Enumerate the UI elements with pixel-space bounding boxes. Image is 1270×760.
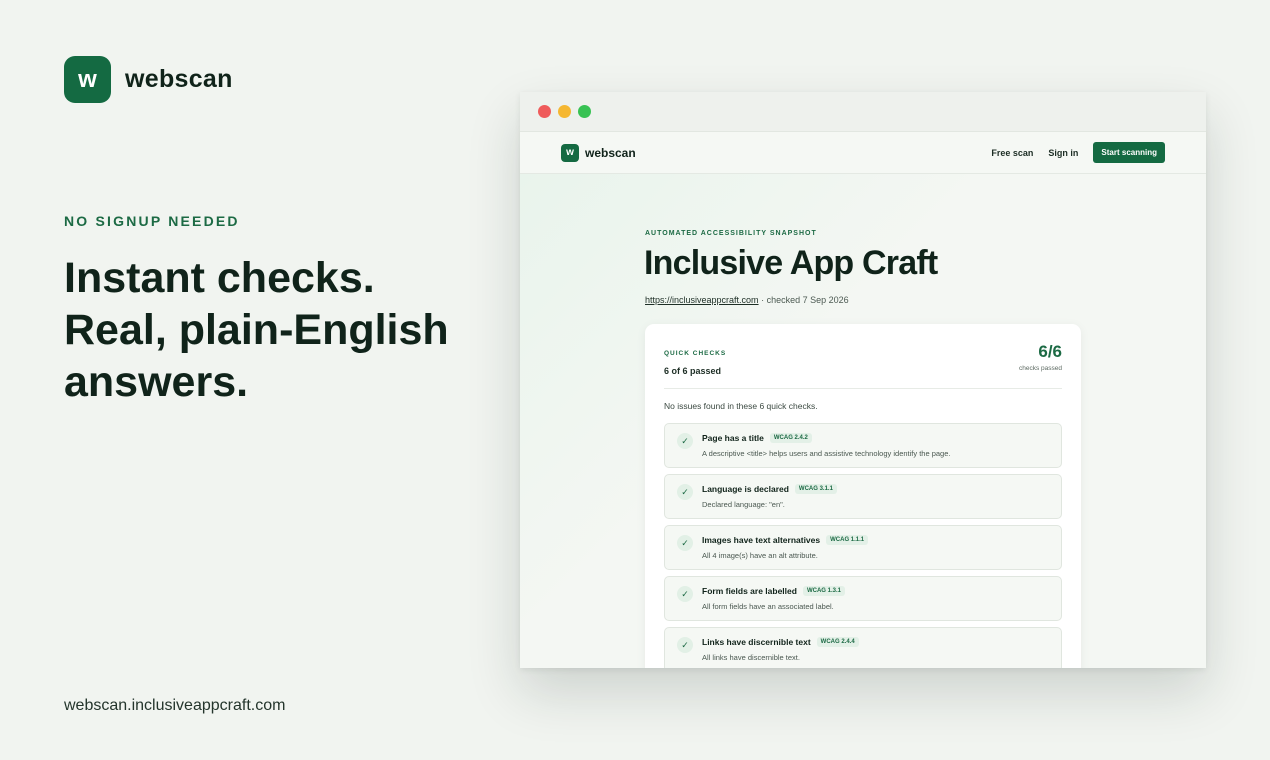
report-page: AUTOMATED ACCESSIBILITY SNAPSHOT Inclusi… (520, 174, 1206, 668)
free-scan-link[interactable]: Free scan (991, 148, 1033, 158)
check-title: Language is declared (702, 484, 789, 494)
card-header: QUICK CHECKS 6 of 6 passed 6/6 checks pa… (664, 342, 1062, 389)
no-issues-notice: No issues found in these 6 quick checks. (664, 401, 818, 411)
check-title: Page has a title (702, 433, 764, 443)
checkmark-icon: ✓ (677, 637, 693, 653)
snapshot-eyebrow: AUTOMATED ACCESSIBILITY SNAPSHOT (645, 230, 817, 237)
webscan-logo-icon: w (64, 56, 111, 103)
maximize-dot-icon[interactable] (578, 105, 591, 118)
hero-logo[interactable]: w webscan (64, 56, 233, 103)
score-block: 6/6 checks passed (1019, 342, 1062, 372)
quick-checks-label: QUICK CHECKS (664, 350, 727, 357)
check-title: Images have text alternatives (702, 535, 821, 545)
site-title: Inclusive App Craft (644, 244, 938, 282)
check-item: ✓ Form fields are labelled WCAG 1.3.1 Al… (664, 576, 1062, 621)
quick-checks-card: QUICK CHECKS 6 of 6 passed 6/6 checks pa… (645, 324, 1081, 668)
check-item: ✓ Page has a title WCAG 2.4.2 A descript… (664, 423, 1062, 468)
app-brand-name: webscan (585, 145, 636, 160)
check-description: A descriptive <title> helps users and as… (702, 449, 951, 458)
wcag-badge: WCAG 1.1.1 (826, 535, 869, 545)
check-description: All 4 image(s) have an alt attribute. (702, 551, 818, 560)
site-url-link[interactable]: https://inclusiveappcraft.com (645, 295, 759, 305)
browser-titlebar (520, 92, 1206, 132)
nav-links: Free scan Sign in Start scanning (991, 142, 1165, 163)
minimize-dot-icon[interactable] (558, 105, 571, 118)
snapshot-meta: https://inclusiveappcraft.com · checked … (645, 295, 849, 305)
hero-eyebrow: NO SIGNUP NEEDED (64, 213, 240, 229)
wcag-badge: WCAG 2.4.4 (816, 637, 859, 647)
checkmark-icon: ✓ (677, 535, 693, 551)
app-navbar: w webscan Free scan Sign in Start scanni… (520, 132, 1206, 174)
check-description: All links have discernible text. (702, 653, 800, 662)
check-item: ✓ Language is declared WCAG 3.1.1 Declar… (664, 474, 1062, 519)
checkmark-icon: ✓ (677, 484, 693, 500)
app-logo[interactable]: w webscan (561, 143, 636, 162)
check-title: Links have discernible text (702, 637, 811, 647)
sign-in-link[interactable]: Sign in (1048, 148, 1078, 158)
check-description: All form fields have an associated label… (702, 602, 834, 611)
footer-url[interactable]: webscan.inclusiveappcraft.com (64, 697, 285, 715)
brand-name: webscan (125, 65, 233, 93)
check-item: ✓ Images have text alternatives WCAG 1.1… (664, 525, 1062, 570)
checkmark-icon: ✓ (677, 586, 693, 602)
wcag-badge: WCAG 1.3.1 (802, 586, 845, 596)
check-description: Declared language: "en". (702, 500, 785, 509)
check-title: Form fields are labelled (702, 586, 797, 596)
checked-date: · checked 7 Sep 2026 (761, 295, 849, 305)
start-scanning-button[interactable]: Start scanning (1093, 142, 1165, 163)
passed-summary: 6 of 6 passed (664, 366, 722, 376)
hero-headline: Instant checks. Real, plain-English answ… (64, 254, 449, 406)
browser-window: w webscan Free scan Sign in Start scanni… (520, 92, 1206, 668)
close-dot-icon[interactable] (538, 105, 551, 118)
check-item: ✓ Links have discernible text WCAG 2.4.4… (664, 627, 1062, 668)
score-value: 6/6 (1038, 342, 1062, 361)
wcag-badge: WCAG 2.4.2 (769, 433, 812, 443)
score-label: checks passed (1019, 365, 1062, 372)
wcag-badge: WCAG 3.1.1 (794, 484, 837, 494)
checkmark-icon: ✓ (677, 433, 693, 449)
webscan-logo-icon: w (561, 143, 579, 162)
